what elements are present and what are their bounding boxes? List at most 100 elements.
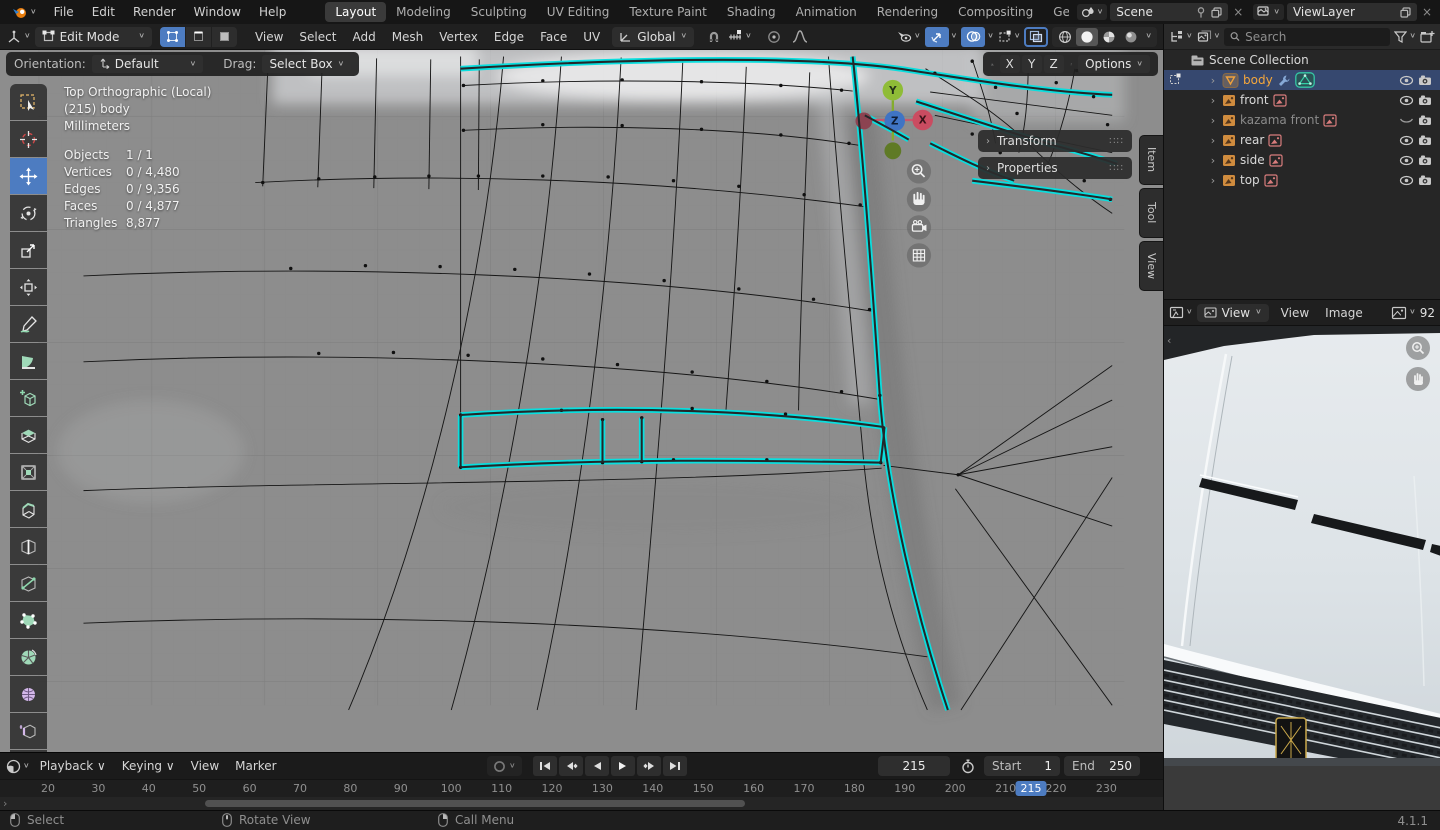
show-overlays-button[interactable] xyxy=(961,26,986,47)
pin-icon[interactable] xyxy=(1196,6,1206,18)
next-keyframe-button[interactable] xyxy=(637,756,661,776)
pan-hand-button[interactable] xyxy=(1406,367,1430,391)
disclosure-triangle[interactable]: › xyxy=(1208,134,1218,147)
new-collection-button[interactable] xyxy=(1420,30,1435,44)
tool-inset-faces-button[interactable] xyxy=(10,454,47,490)
remove-viewlayer-button[interactable]: × xyxy=(1420,5,1434,19)
options-dropdown[interactable]: Options ∨ xyxy=(1078,55,1150,73)
tool-measure-button[interactable] xyxy=(10,343,47,379)
tool-annotate-button[interactable] xyxy=(10,306,47,342)
jump-to-start-button[interactable] xyxy=(533,756,557,776)
tool-scale-button[interactable] xyxy=(10,232,47,268)
image-name[interactable]: 92 xyxy=(1420,306,1435,320)
pan-hand-button[interactable] xyxy=(906,187,932,212)
shading-rendered-button[interactable] xyxy=(1120,28,1142,46)
hide-viewport-eye-icon[interactable] xyxy=(1399,75,1414,86)
menubar-item[interactable]: View xyxy=(1273,306,1317,320)
workspace-tab[interactable]: Animation xyxy=(786,2,867,22)
menubar-item[interactable]: Playback ∨ xyxy=(32,759,114,773)
hide-viewport-eye-icon[interactable] xyxy=(1399,175,1414,186)
menubar-item[interactable]: Edit xyxy=(83,5,124,19)
sidebar-panel-header[interactable]: › Transform ∷∷ xyxy=(978,130,1132,152)
display-mode-dropdown[interactable]: View ∨ xyxy=(1196,303,1269,322)
tool-move-button[interactable] xyxy=(10,158,47,194)
outliner-object-row[interactable]: › side xyxy=(1164,150,1440,170)
tool-rotate-button[interactable] xyxy=(10,195,47,231)
disable-renders-camera-icon[interactable] xyxy=(1418,114,1432,126)
menubar-item[interactable]: Face xyxy=(532,30,575,44)
disclosure-triangle[interactable]: › xyxy=(1208,74,1218,87)
blender-app-menu-button[interactable]: ∨ xyxy=(6,1,43,23)
menubar-item[interactable]: View xyxy=(183,759,227,773)
hide-viewport-eye-icon[interactable] xyxy=(1399,135,1414,146)
tool-add-cube-button[interactable] xyxy=(10,380,47,416)
tool-loop-cut-button[interactable] xyxy=(10,528,47,564)
tool-select-box-button[interactable] xyxy=(10,84,47,120)
hide-viewport-eye-icon[interactable] xyxy=(1399,95,1414,106)
menubar-item[interactable]: View xyxy=(247,30,291,44)
new-copy-icon[interactable] xyxy=(1211,6,1222,18)
playhead-badge[interactable]: 215 xyxy=(1015,781,1047,796)
mirror-axis-button[interactable]: Z xyxy=(1043,55,1064,73)
disable-renders-camera-icon[interactable] xyxy=(1418,74,1432,86)
menubar-item[interactable]: File xyxy=(45,5,83,19)
auto-keying-toggle[interactable]: ∨ xyxy=(487,756,522,776)
scroll-left-chevron-icon[interactable]: › xyxy=(3,797,7,810)
menubar-item[interactable]: Marker xyxy=(227,759,284,773)
workspace-tab[interactable]: Geometry Nodes xyxy=(1043,2,1068,22)
disclosure-triangle[interactable]: › xyxy=(1208,94,1218,107)
frame-start-field[interactable]: Start 1 xyxy=(984,756,1060,776)
new-copy-icon[interactable] xyxy=(1400,6,1411,18)
timeline-ruler[interactable]: 20 30 40 50 60 70 80 90 100 110 120 130 140 150 160 170… xyxy=(0,779,1163,797)
disable-renders-camera-icon[interactable] xyxy=(1418,94,1432,106)
proportional-falloff-dropdown[interactable] xyxy=(788,27,812,47)
tool-bevel-button[interactable] xyxy=(10,491,47,527)
shading-solid-button[interactable] xyxy=(1076,27,1099,46)
sidebar-tab[interactable]: View xyxy=(1139,241,1163,291)
drag-mode-dropdown[interactable]: Select Box ∨ xyxy=(262,55,352,73)
outliner-object-row[interactable]: › top xyxy=(1164,170,1440,190)
menubar-item[interactable]: Keying ∨ xyxy=(114,759,183,773)
edge-select-button[interactable] xyxy=(185,26,211,47)
outliner-object-row[interactable]: › front xyxy=(1164,90,1440,110)
hide-viewport-eye-icon[interactable] xyxy=(1399,155,1414,166)
outliner-display-mode-dropdown[interactable]: ∨ xyxy=(1169,30,1193,43)
scrollbar-handle[interactable] xyxy=(205,800,745,807)
tool-smooth-button[interactable] xyxy=(10,676,47,712)
disclosure-triangle[interactable]: › xyxy=(1208,174,1218,187)
viewlayer-browse-button[interactable]: ∨ xyxy=(1253,4,1284,20)
workspace-tab[interactable]: Texture Paint xyxy=(619,2,716,22)
disclosure-triangle[interactable]: › xyxy=(1208,114,1218,127)
menubar-item[interactable]: Select xyxy=(291,30,344,44)
viewport-3d[interactable]: Y X Z Orientation: Default ∨ Drag: Selec… xyxy=(0,50,1163,752)
snap-target-dropdown[interactable]: ∨ xyxy=(728,30,752,43)
menubar-item[interactable]: Image xyxy=(1317,306,1371,320)
workspace-tab[interactable]: Compositing xyxy=(948,2,1043,22)
scene-collection-row[interactable]: Scene Collection xyxy=(1164,50,1440,70)
play-button[interactable] xyxy=(611,756,635,776)
menubar-item[interactable]: Add xyxy=(344,30,383,44)
unlink-scene-button[interactable]: × xyxy=(1231,5,1245,19)
tool-edge-slide-button[interactable] xyxy=(10,713,47,749)
current-frame-field[interactable]: 215 xyxy=(878,756,950,776)
face-select-button[interactable] xyxy=(211,26,237,47)
menubar-item[interactable]: Render xyxy=(124,5,185,19)
menubar-item[interactable]: Mesh xyxy=(384,30,432,44)
transform-orientation-dropdown[interactable]: Global ∨ xyxy=(612,26,695,47)
proportional-editing-button[interactable] xyxy=(762,27,786,47)
image-editor-canvas[interactable]: ‹ xyxy=(1164,326,1440,808)
frame-end-field[interactable]: End 250 xyxy=(1064,756,1140,776)
outliner-object-row[interactable]: › kazama front xyxy=(1164,110,1440,130)
workspace-tab[interactable]: Sculpting xyxy=(461,2,537,22)
disable-renders-camera-icon[interactable] xyxy=(1418,174,1432,186)
tool-transform-button[interactable] xyxy=(10,269,47,305)
timeline-scrollbar[interactable]: › xyxy=(0,797,1163,810)
editor-type-button[interactable]: ∨ xyxy=(6,759,30,774)
shading-material-button[interactable] xyxy=(1098,28,1120,46)
previous-keyframe-button[interactable] xyxy=(559,756,583,776)
menubar-item[interactable]: Vertex xyxy=(431,30,486,44)
mirror-axis-button[interactable]: Y xyxy=(1021,55,1042,73)
scene-browse-button[interactable]: ∨ xyxy=(1076,4,1108,20)
toggle-xray-button[interactable] xyxy=(1024,26,1049,47)
sidebar-tab[interactable]: Tool xyxy=(1139,188,1163,238)
